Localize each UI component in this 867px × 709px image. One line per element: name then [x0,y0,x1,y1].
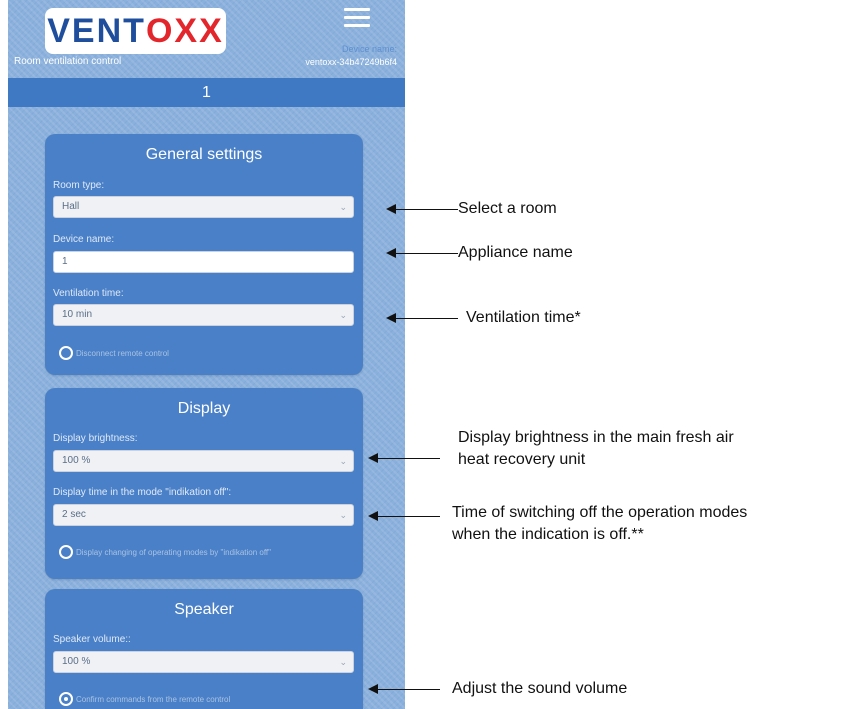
app-header: VENT O XX Room ventilation control Device … [8,0,405,78]
confirm-commands-toggle[interactable]: Confirm commands from the remote control [59,692,230,706]
room-type-value: Hall [62,201,80,212]
disconnect-remote-label: Disconnect remote control [76,348,169,358]
chevron-down-icon: ⌄ [339,657,347,667]
display-changing-label: Display changing of operating modes by "… [76,547,271,557]
callout-switching-line2: when the indication is off.** [452,526,644,543]
disconnect-remote-toggle[interactable]: Disconnect remote control [59,346,169,360]
device-name-label: Device name: [341,44,397,54]
display-changing-toggle[interactable]: Display changing of operating modes by "… [59,545,271,559]
speaker-title: Speaker [174,601,234,618]
callout-brightness: Display brightness in the main fresh air… [458,427,734,471]
arrow-line [395,253,458,254]
logo-text-main: VENT [47,11,146,50]
device-name-value: 1 [62,256,68,267]
display-time-label: Display time in the mode "indikation off… [53,487,232,498]
chevron-down-icon: ⌄ [339,202,347,212]
confirm-commands-label: Confirm commands from the remote control [76,694,231,704]
radio-icon [59,545,73,559]
ventilation-time-select[interactable]: 10 min ⌄ [53,304,354,326]
page-title: 1 [8,78,405,107]
arrow-line [395,318,458,319]
callout-switching-off: Time of switching off the operation mode… [452,502,747,546]
radio-selected-icon [59,692,73,706]
ventoxx-logo: VENT O XX [45,8,226,54]
room-type-select[interactable]: Hall ⌄ [53,196,354,218]
speaker-volume-select[interactable]: 100 % ⌄ [53,651,354,673]
callout-switching-line1: Time of switching off the operation mode… [452,504,748,521]
hamburger-menu-icon[interactable] [344,8,370,30]
display-brightness-label: Display brightness: [53,433,138,444]
speaker-card: Speaker Speaker volume:: 100 % ⌄ Confirm… [45,589,363,709]
display-brightness-value: 100 % [62,455,91,466]
device-name-field-label: Device name: [53,234,115,245]
ventilation-time-label: Ventilation time: [53,288,124,299]
room-type-label: Room type: [53,180,105,191]
display-time-value: 2 sec [62,509,86,520]
display-time-select[interactable]: 2 sec ⌄ [53,504,354,526]
device-name-input[interactable]: 1 [53,251,354,273]
radio-icon [59,346,73,360]
phone-screen: VENT O XX Room ventilation control Device … [8,0,405,709]
logo-text-accent: XX [174,11,224,50]
display-card: Display Display brightness: 100 % ⌄ Disp… [45,388,363,579]
chevron-down-icon: ⌄ [339,510,347,520]
display-brightness-select[interactable]: 100 % ⌄ [53,450,354,472]
display-title: Display [177,400,231,417]
callout-brightness-line1: Display brightness in the main fresh air [458,429,734,446]
arrow-line [395,209,458,210]
arrow-line [377,516,440,517]
callout-select-room: Select a room [458,200,557,217]
general-settings-card: General settings Room type: Hall ⌄ Devic… [45,134,363,375]
arrow-line [377,689,440,690]
logo-text-mid: O [145,11,175,50]
callout-brightness-line2: heat recovery unit [458,451,586,468]
device-id: ventoxx-34b47249b6f4 [305,57,397,67]
chevron-down-icon: ⌄ [339,310,347,320]
ventilation-time-value: 10 min [62,309,93,320]
speaker-volume-label: Speaker volume:: [53,634,131,645]
general-settings-title: General settings [145,146,263,163]
callout-appliance-name: Appliance name [458,244,573,261]
app-subtitle: Room ventilation control [14,56,122,67]
callout-sound-volume: Adjust the sound volume [452,680,628,697]
speaker-volume-value: 100 % [62,656,91,667]
callout-ventilation-time: Ventilation time* [466,309,581,326]
chevron-down-icon: ⌄ [339,456,347,466]
arrow-line [377,458,440,459]
